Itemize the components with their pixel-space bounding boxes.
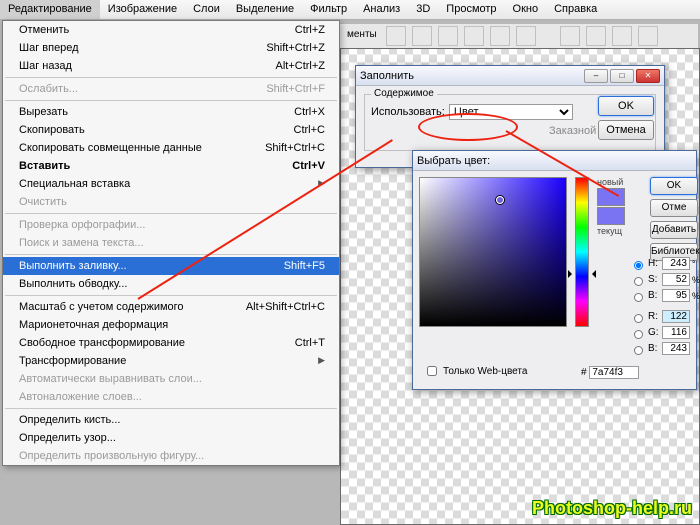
menu-анализ[interactable]: Анализ xyxy=(355,0,408,19)
r-radio[interactable] xyxy=(634,314,643,323)
watermark: Photoshop-help.ru xyxy=(532,498,692,519)
menu-item[interactable]: Выполнить обводку... xyxy=(3,275,339,293)
web-only-checkbox[interactable] xyxy=(427,366,437,376)
menu-выделение[interactable]: Выделение xyxy=(228,0,302,19)
current-color-swatch[interactable] xyxy=(597,207,625,225)
fill-title: Заполнить xyxy=(360,70,414,82)
r-input[interactable] xyxy=(662,310,690,323)
menu-item[interactable]: Определить кисть... xyxy=(3,411,339,429)
menu-item[interactable]: СкопироватьCtrl+C xyxy=(3,121,339,139)
picker-titlebar[interactable]: Выбрать цвет: xyxy=(413,151,696,171)
align-btn[interactable] xyxy=(464,26,484,46)
s-input[interactable] xyxy=(662,273,690,286)
picker-cancel-button[interactable]: Отме xyxy=(650,199,698,217)
hex-input[interactable] xyxy=(589,366,639,379)
menu-item: Автоналожение слоев... xyxy=(3,388,339,406)
new-color-swatch xyxy=(597,188,625,206)
g-input[interactable] xyxy=(662,326,690,339)
menu-item: Проверка орфографии... xyxy=(3,216,339,234)
dist-btn[interactable] xyxy=(612,26,632,46)
g-radio[interactable] xyxy=(634,330,643,339)
menu-фильтр[interactable]: Фильтр xyxy=(302,0,355,19)
new-label: новый xyxy=(597,177,625,187)
fill-titlebar[interactable]: Заполнить – □ ✕ xyxy=(356,66,664,86)
align-btn[interactable] xyxy=(490,26,510,46)
menu-окно[interactable]: Окно xyxy=(505,0,547,19)
menu-item: Определить произвольную фигуру... xyxy=(3,447,339,465)
options-tab: менты xyxy=(344,26,380,46)
sv-handle-icon[interactable] xyxy=(496,196,504,204)
picker-title: Выбрать цвет: xyxy=(417,155,490,167)
dist-btn[interactable] xyxy=(638,26,658,46)
edit-menu-dropdown: ОтменитьCtrl+ZШаг впередShift+Ctrl+ZШаг … xyxy=(2,20,340,466)
use-select[interactable]: Цвет... xyxy=(449,104,573,120)
h-radio[interactable] xyxy=(634,261,643,270)
menu-item: Очистить xyxy=(3,193,339,211)
menu-item[interactable]: Специальная вставка▶ xyxy=(3,175,339,193)
menu-item[interactable]: Определить узор... xyxy=(3,429,339,447)
menu-изображение[interactable]: Изображение xyxy=(100,0,185,19)
content-legend: Содержимое xyxy=(371,88,437,99)
menu-item[interactable]: Свободное трансформированиеCtrl+T xyxy=(3,334,339,352)
fill-cancel-button[interactable]: Отмена xyxy=(598,120,654,140)
maximize-icon[interactable]: □ xyxy=(610,69,634,83)
menu-item[interactable]: ОтменитьCtrl+Z xyxy=(3,21,339,39)
options-bar: менты xyxy=(340,24,698,48)
menu-справка[interactable]: Справка xyxy=(546,0,605,19)
blue-input[interactable] xyxy=(662,342,690,355)
menu-item[interactable]: ВставитьCtrl+V xyxy=(3,157,339,175)
hue-slider[interactable] xyxy=(575,177,589,327)
menu-просмотр[interactable]: Просмотр xyxy=(438,0,504,19)
menu-3d[interactable]: 3D xyxy=(408,0,438,19)
color-fields: H:° L: S:% a: B:% b: R: C: G: M: B: Y: K… xyxy=(629,255,700,373)
s-radio[interactable] xyxy=(634,277,643,286)
menu-item: Ослабить...Shift+Ctrl+F xyxy=(3,80,339,98)
b-radio[interactable] xyxy=(634,293,643,302)
hue-handle-icon[interactable] xyxy=(572,270,592,272)
color-picker-dialog: Выбрать цвет: новый текущ OK Отме Добави… xyxy=(412,150,697,390)
menu-слои[interactable]: Слои xyxy=(185,0,228,19)
dist-btn[interactable] xyxy=(586,26,606,46)
blue-radio[interactable] xyxy=(634,346,643,355)
menu-item: Автоматически выравнивать слои... xyxy=(3,370,339,388)
menu-item[interactable]: Шаг впередShift+Ctrl+Z xyxy=(3,39,339,57)
dist-btn[interactable] xyxy=(560,26,580,46)
bright-input[interactable] xyxy=(662,289,690,302)
current-label: текущ xyxy=(597,226,625,236)
menu-item[interactable]: ВырезатьCtrl+X xyxy=(3,103,339,121)
menu-item[interactable]: Скопировать совмещенные данныеShift+Ctrl… xyxy=(3,139,339,157)
align-btn[interactable] xyxy=(412,26,432,46)
picker-ok-button[interactable]: OK xyxy=(650,177,698,195)
sv-color-field[interactable] xyxy=(419,177,567,327)
use-label: Использовать: xyxy=(371,106,445,118)
hex-label: # xyxy=(581,367,587,378)
picker-add-button[interactable]: Добавить xyxy=(650,221,698,239)
menu-item[interactable]: Трансформирование▶ xyxy=(3,352,339,370)
menu-item[interactable]: Шаг назадAlt+Ctrl+Z xyxy=(3,57,339,75)
menu-item[interactable]: Марионеточная деформация xyxy=(3,316,339,334)
align-btn[interactable] xyxy=(516,26,536,46)
web-only-label: Только Web-цвета xyxy=(443,366,527,377)
h-input[interactable] xyxy=(662,257,690,270)
fill-ok-button[interactable]: OK xyxy=(598,96,654,116)
menu-item: Поиск и замена текста... xyxy=(3,234,339,252)
minimize-icon[interactable]: – xyxy=(584,69,608,83)
menu-item[interactable]: Масштаб с учетом содержимогоAlt+Shift+Ct… xyxy=(3,298,339,316)
menu-item[interactable]: Выполнить заливку...Shift+F5 xyxy=(3,257,339,275)
top-menubar: РедактированиеИзображениеСлоиВыделениеФи… xyxy=(0,0,700,20)
align-btn[interactable] xyxy=(438,26,458,46)
menu-редактирование[interactable]: Редактирование xyxy=(0,0,100,19)
align-btn[interactable] xyxy=(386,26,406,46)
close-icon[interactable]: ✕ xyxy=(636,69,660,83)
